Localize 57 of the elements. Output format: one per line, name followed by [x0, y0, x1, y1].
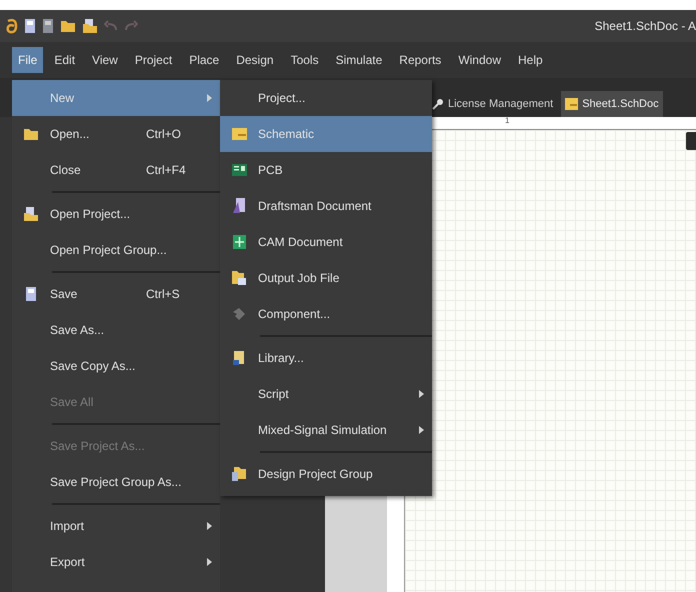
submenu-arrow-icon: [419, 390, 424, 398]
document-folder-icon: [23, 206, 39, 222]
menu-item[interactable]: PCB: [220, 152, 432, 188]
document-folder-icon[interactable]: [82, 18, 98, 34]
menu-item[interactable]: Help: [512, 47, 549, 73]
menu-item[interactable]: Reports: [393, 47, 448, 73]
submenu-arrow-icon: [207, 94, 212, 102]
menu-item[interactable]: Simulate: [330, 47, 388, 73]
folder-icon: [23, 127, 39, 141]
folder-stack-icon: [231, 466, 247, 482]
menu-item[interactable]: Open Project...: [12, 196, 220, 232]
save-icon: [25, 286, 37, 302]
menu-item[interactable]: Save As...: [12, 312, 220, 348]
menu-item[interactable]: File: [12, 47, 44, 73]
menu-item[interactable]: Design: [230, 47, 280, 73]
tooltip: [686, 132, 696, 150]
document-tab[interactable]: Sheet1.SchDoc: [561, 91, 663, 117]
menu-item[interactable]: CAM Document: [220, 224, 432, 260]
window-title: Sheet1.SchDoc - A: [594, 18, 696, 35]
menu-item[interactable]: Output Job File: [220, 260, 432, 296]
key-icon: [432, 98, 444, 110]
menu-item[interactable]: Save Copy As...: [12, 348, 220, 384]
menu-item[interactable]: Component...: [220, 296, 432, 332]
menu-item[interactable]: Edit: [48, 47, 82, 73]
menu-item[interactable]: Open Project Group...: [12, 232, 220, 268]
app-logo-icon: [6, 18, 18, 34]
save-all-icon[interactable]: [42, 18, 54, 34]
submenu-arrow-icon: [207, 522, 212, 530]
menu-item[interactable]: Library...: [220, 340, 432, 376]
menu-item[interactable]: Mixed-Signal Simulation: [220, 412, 432, 448]
component-icon: [232, 307, 246, 321]
menu-item[interactable]: Project: [128, 47, 178, 73]
menu-item[interactable]: Place: [183, 47, 226, 73]
menu-item[interactable]: Open... Ctrl+O: [12, 116, 220, 152]
folder-icon[interactable]: [60, 19, 76, 33]
book-icon: [232, 350, 246, 366]
ruler-label: 1: [505, 115, 510, 127]
sheet-icon: [232, 128, 246, 140]
menu-item[interactable]: Design Project Group: [220, 456, 432, 492]
menu-item[interactable]: Tools: [284, 47, 325, 73]
save-icon[interactable]: [24, 18, 36, 34]
drawing-document-icon: [232, 198, 246, 214]
menu-item[interactable]: Save Ctrl+S: [12, 276, 220, 312]
submenu-arrow-icon: [207, 558, 212, 566]
menu-item[interactable]: Script: [220, 376, 432, 412]
menu-item[interactable]: Import: [12, 508, 220, 544]
menu-item[interactable]: Close Ctrl+F4: [12, 152, 220, 188]
submenu-arrow-icon: [419, 426, 424, 434]
grid-document-icon: [232, 235, 246, 249]
menu-item[interactable]: Draftsman Document: [220, 188, 432, 224]
menu-item[interactable]: Window: [452, 47, 507, 73]
folder-document-icon: [231, 270, 247, 286]
menu-item[interactable]: Save Project Group As...: [12, 464, 220, 500]
menu-item[interactable]: View: [86, 47, 124, 73]
sheet-icon: [565, 98, 578, 110]
board-icon: [232, 164, 246, 176]
menu-item[interactable]: Export: [12, 544, 220, 580]
